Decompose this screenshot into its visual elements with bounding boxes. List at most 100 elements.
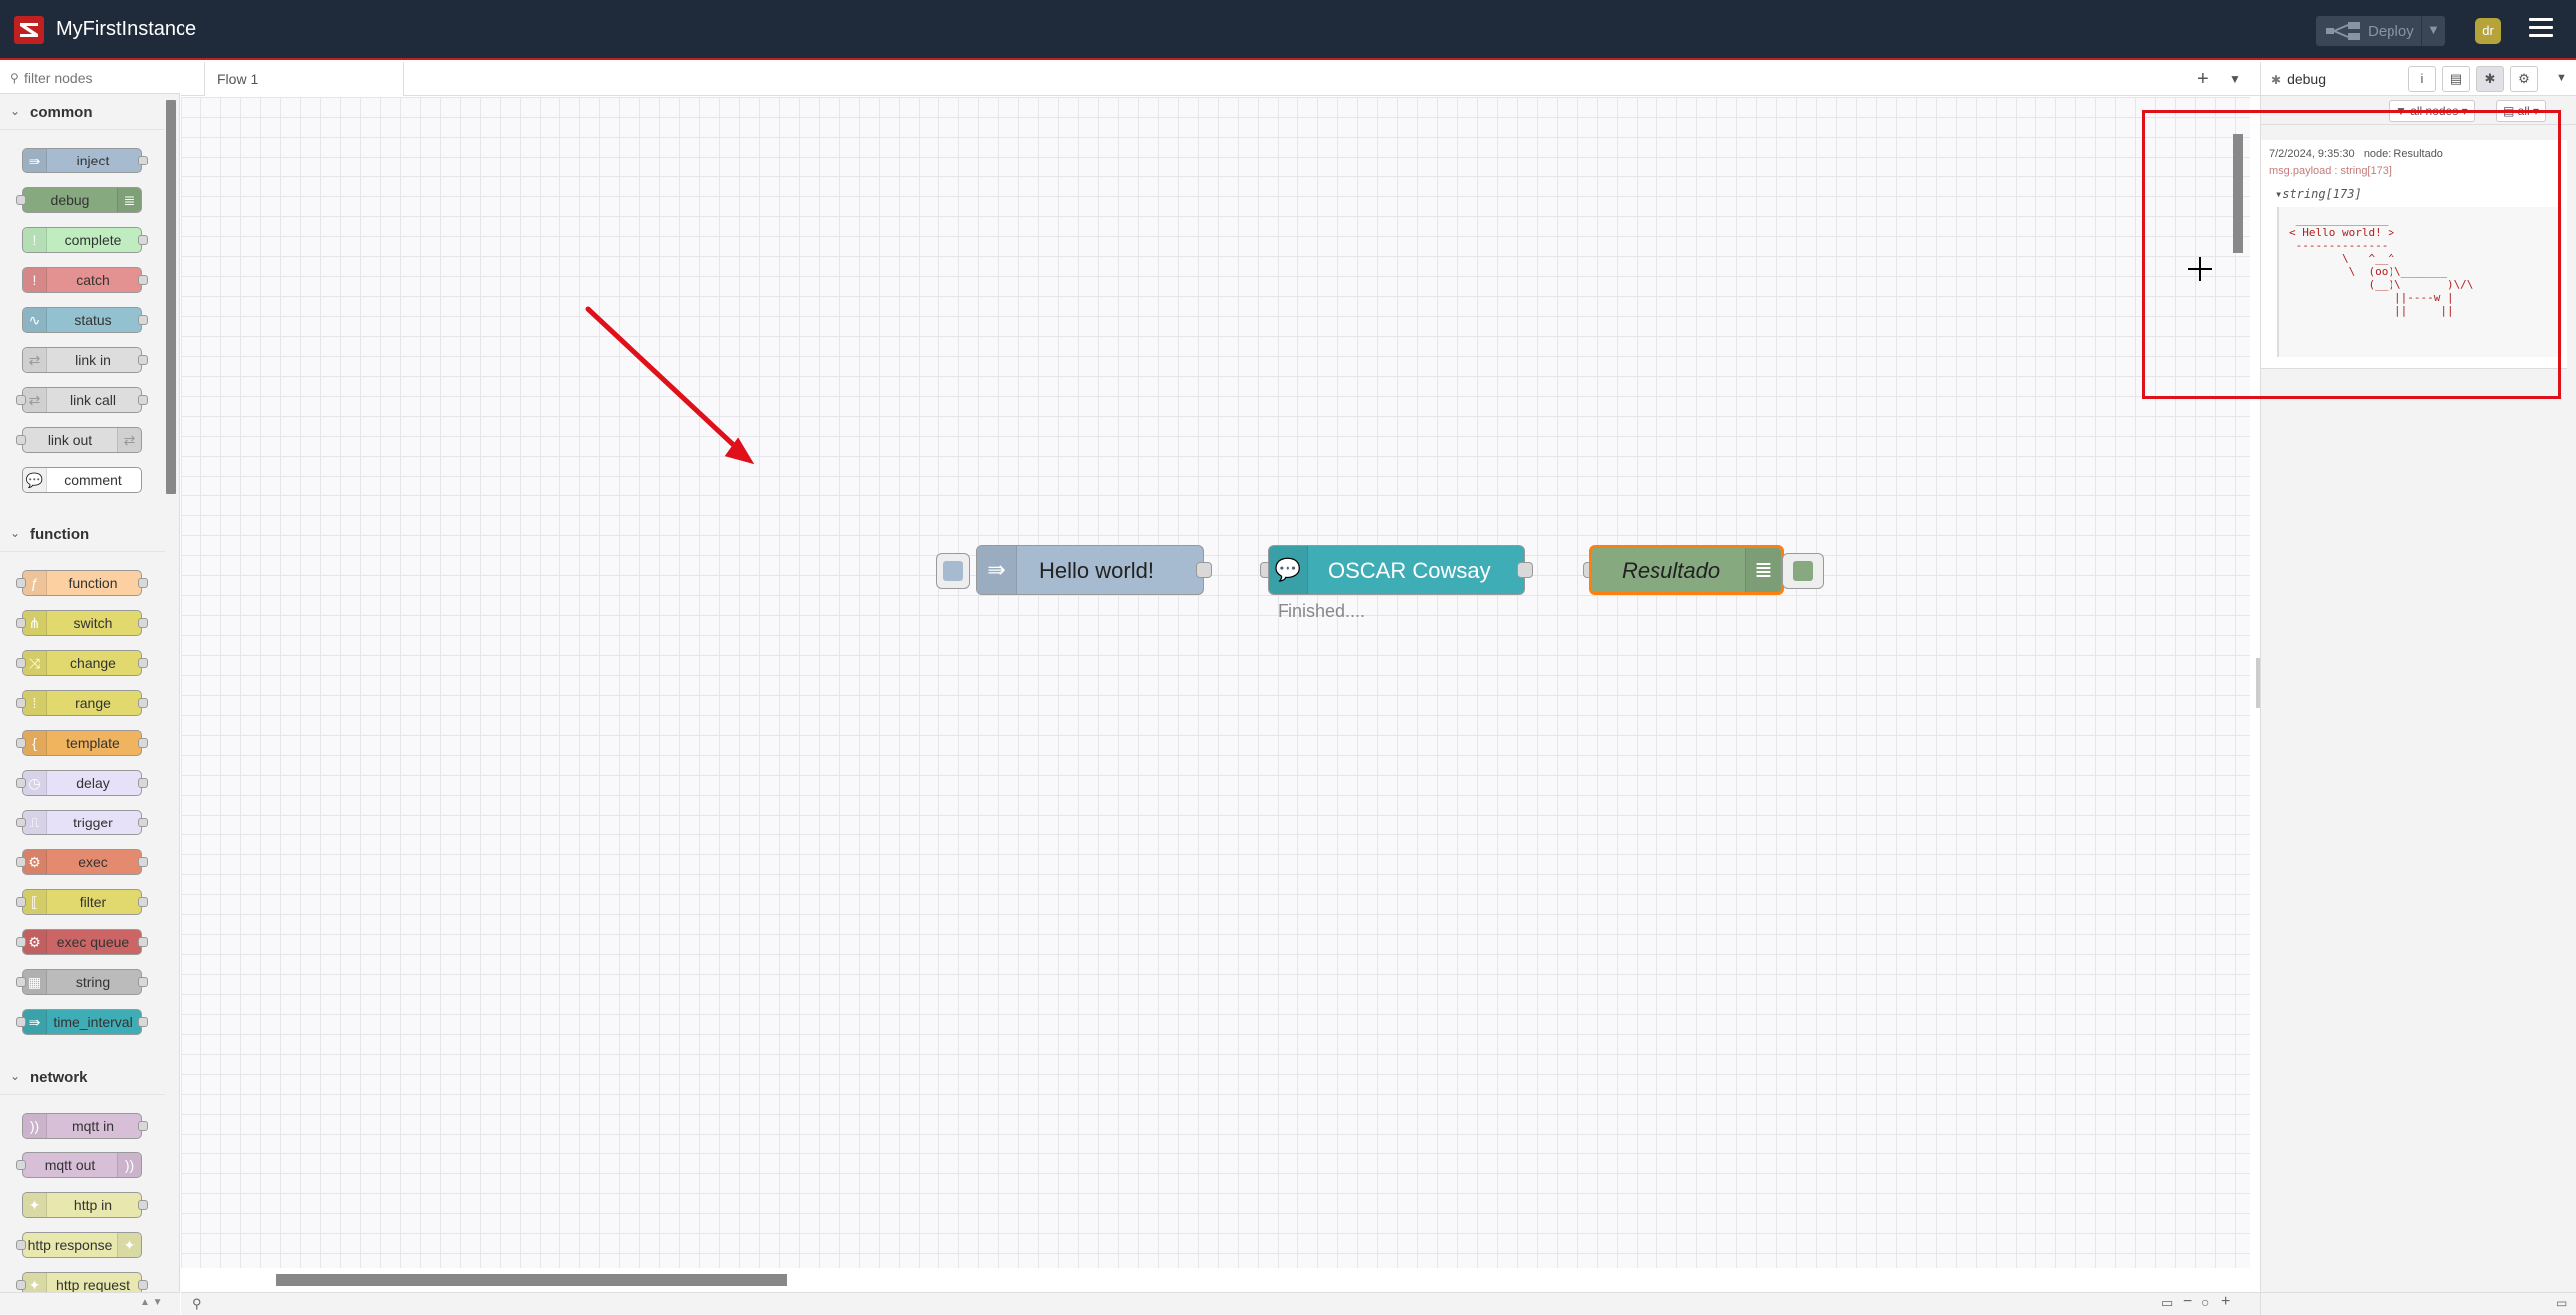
- flow-canvas[interactable]: ⇛ Hello world! 💬 OSCAR Cowsay Finished..…: [181, 97, 2250, 1268]
- header-bar: MyFirstInstance Deploy ▼ dr: [0, 0, 2576, 60]
- list-icon: ≣: [1745, 548, 1781, 592]
- cowsay-output-port[interactable]: [1517, 562, 1533, 578]
- navigator-icon[interactable]: ▭: [2161, 1295, 2173, 1311]
- brace-icon: {: [23, 731, 47, 755]
- open-window-icon[interactable]: ▭: [2556, 1296, 2567, 1310]
- palette-filter: ⚲: [0, 62, 180, 94]
- app-title: MyFirstInstance: [56, 18, 197, 40]
- palette-node-exec[interactable]: ⚙ exec: [22, 849, 142, 875]
- palette-node-complete[interactable]: ! complete: [22, 227, 142, 253]
- oscar-cowsay-node[interactable]: 💬 OSCAR Cowsay: [1268, 545, 1525, 595]
- palette-node-label: switch: [73, 615, 113, 631]
- inject-output-port[interactable]: [1196, 562, 1212, 578]
- palette-node-http-in[interactable]: ✦ http in: [22, 1192, 142, 1218]
- palette-node-label: debug: [50, 192, 90, 208]
- canvas-vertical-scrollbar[interactable]: [2233, 134, 2243, 253]
- palette-node-label: link out: [47, 432, 93, 448]
- debug-filter-level[interactable]: ▤ all ▾: [2496, 100, 2547, 122]
- palette-node-template[interactable]: {template: [22, 730, 142, 756]
- canvas-horizontal-scrollbar[interactable]: [276, 1274, 787, 1286]
- palette-node-link-in[interactable]: ⇄ link in: [22, 347, 142, 373]
- debug-message-type[interactable]: ▾string[173]: [2275, 187, 2362, 201]
- sidebar-menu-icon[interactable]: ▼: [2556, 72, 2567, 84]
- palette-node-link-out[interactable]: ⇄ link out: [22, 427, 142, 453]
- palette-node-debug[interactable]: ≣ debug: [22, 187, 142, 213]
- zoom-in-icon[interactable]: +: [2221, 1293, 2230, 1311]
- palette-node-status[interactable]: ∿ status: [22, 307, 142, 333]
- palette-node-inject[interactable]: ⇛ inject: [22, 148, 142, 173]
- main-menu-icon[interactable]: [2529, 18, 2553, 42]
- inject-trigger-button[interactable]: [936, 553, 970, 589]
- palette-node-output-port: [138, 395, 148, 405]
- palette-node-time-interval[interactable]: ⇛ time_interval: [22, 1009, 142, 1035]
- search-flows-icon[interactable]: ⚲: [192, 1296, 202, 1312]
- globe-icon: ✦: [23, 1193, 47, 1217]
- filter-nodes-input[interactable]: [24, 68, 174, 88]
- palette-node-input-port: [16, 698, 26, 708]
- palette-node-range[interactable]: ⁞ range: [22, 690, 142, 716]
- palette-node-input-port: [16, 195, 26, 205]
- palette-category-function[interactable]: ⌄ function: [0, 518, 165, 552]
- palette-node-filter[interactable]: ⟦ filter: [22, 889, 142, 915]
- palette-node-output-port: [138, 355, 148, 365]
- debug-type-label: string[173]: [2282, 187, 2362, 201]
- debug-filter-nodes[interactable]: ▼ all nodes ▾: [2389, 100, 2475, 122]
- palette-node-label: string: [75, 974, 111, 990]
- flow-list-icon[interactable]: ▼: [2229, 72, 2241, 86]
- palette-node-exec-queue[interactable]: ⚙ exec queue: [22, 929, 142, 955]
- config-tab-icon[interactable]: ⚙: [2510, 66, 2538, 92]
- palette-node-http-response[interactable]: ✦ http response: [22, 1232, 142, 1258]
- pulse-icon: ∿: [23, 308, 47, 332]
- palette-node-function[interactable]: ƒ function: [22, 570, 142, 596]
- collapse-all-icon[interactable]: ▲ ▼: [140, 1297, 163, 1308]
- palette-node-label: exec: [78, 854, 108, 870]
- zoom-out-icon[interactable]: −: [2183, 1293, 2192, 1311]
- debug-tab-icon[interactable]: ✱: [2476, 66, 2504, 92]
- palette-node-input-port: [16, 778, 26, 788]
- palette-node-comment[interactable]: 💬 comment: [22, 467, 142, 493]
- sidebar-scrollbar[interactable]: [2567, 140, 2575, 369]
- debug-message[interactable]: 7/2/2024, 9:35:30 node: Resultado msg.pa…: [2261, 140, 2567, 369]
- link-icon: ⇄: [23, 388, 47, 412]
- palette-category-network[interactable]: ⌄ network: [0, 1061, 165, 1095]
- debug-node-link[interactable]: node: Resultado: [2364, 148, 2443, 160]
- inject-node-label: Hello world!: [1039, 558, 1154, 583]
- palette-node-label: trigger: [73, 815, 113, 830]
- palette-node-link-call[interactable]: ⇄ link call: [22, 387, 142, 413]
- palette-node-mqtt-in[interactable]: )) mqtt in: [22, 1113, 142, 1139]
- node-palette: ⚲ ⌄ common ⇛ inject ≣ debug! complete! catch ∿ st…: [0, 62, 180, 1315]
- palette-node-input-port: [16, 395, 26, 405]
- tab-flow-1[interactable]: Flow 1: [204, 62, 404, 96]
- deploy-dropdown-icon[interactable]: ▼: [2427, 22, 2440, 37]
- debug-toggle-button[interactable]: [1782, 553, 1824, 589]
- palette-node-string[interactable]: ▦ string: [22, 969, 142, 995]
- palette-node-change[interactable]: ⤨ change: [22, 650, 142, 676]
- palette-node-delay[interactable]: ◷ delay: [22, 770, 142, 796]
- palette-node-output-port: [138, 275, 148, 285]
- add-flow-icon[interactable]: +: [2197, 68, 2209, 91]
- palette-node-trigger[interactable]: ⎍ trigger: [22, 810, 142, 835]
- palette-node-input-port: [16, 977, 26, 987]
- tab-debug[interactable]: ✱ debug: [2271, 62, 2410, 96]
- zoom-reset-icon[interactable]: ○: [2201, 1294, 2209, 1310]
- deploy-button[interactable]: Deploy ▼: [2316, 16, 2445, 46]
- user-avatar[interactable]: dr: [2475, 18, 2501, 44]
- help-tab-icon[interactable]: ▤: [2442, 66, 2470, 92]
- palette-category-common[interactable]: ⌄ common: [0, 96, 165, 130]
- palette-node-output-port: [138, 156, 148, 165]
- palette-scrollbar[interactable]: [166, 100, 176, 494]
- debug-message-path[interactable]: msg.payload : string[173]: [2269, 165, 2392, 177]
- palette-node-switch[interactable]: ⋔ switch: [22, 610, 142, 636]
- info-tab-icon[interactable]: i: [2408, 66, 2436, 92]
- debug-message-meta: 7/2/2024, 9:35:30 node: Resultado: [2269, 148, 2443, 160]
- search-icon: ⚲: [10, 71, 19, 85]
- palette-node-label: filter: [79, 894, 107, 910]
- tab-debug-label: debug: [2287, 71, 2326, 87]
- palette-node-mqtt-out[interactable]: )) mqtt out: [22, 1152, 142, 1178]
- resultado-debug-node[interactable]: Resultado ≣: [1589, 545, 1784, 595]
- palette-node-label: inject: [76, 153, 110, 168]
- palette-node-label: http request: [56, 1277, 130, 1293]
- palette-node-label: range: [75, 695, 111, 711]
- inject-node[interactable]: ⇛ Hello world!: [976, 545, 1204, 595]
- palette-node-catch[interactable]: ! catch: [22, 267, 142, 293]
